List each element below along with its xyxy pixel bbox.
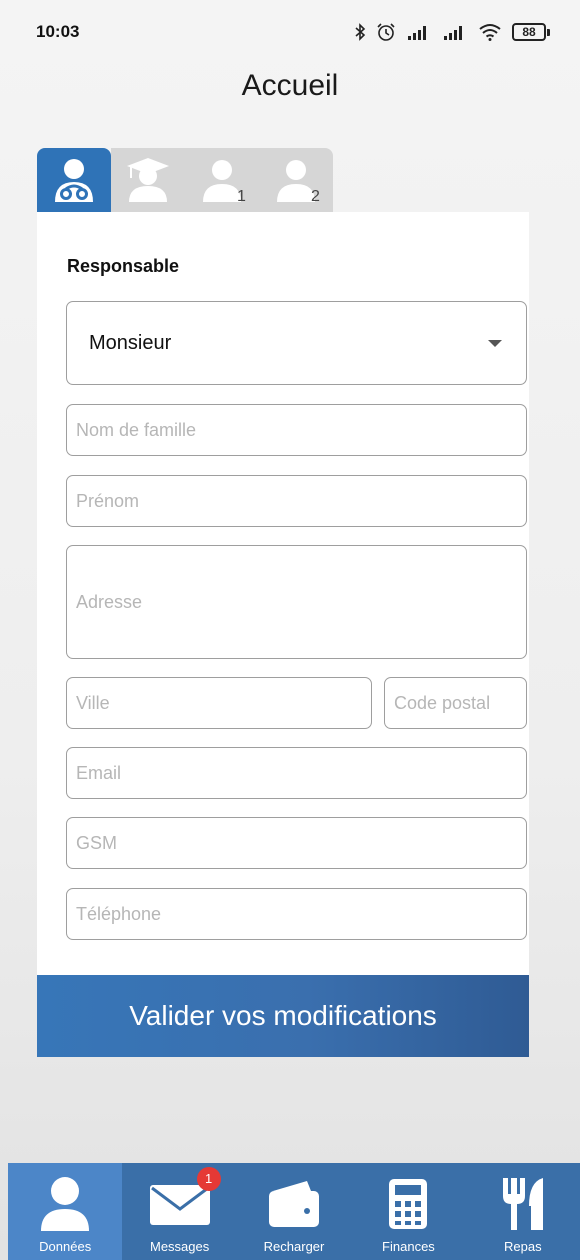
nav-label: Recharger	[263, 1239, 325, 1254]
tab-child-2[interactable]: 2	[259, 148, 333, 212]
nav-item-repas[interactable]: Repas	[466, 1163, 580, 1260]
city-field[interactable]: Ville	[66, 677, 372, 729]
phone-field[interactable]: Téléphone	[66, 888, 527, 940]
nav-label: Données	[39, 1239, 92, 1254]
first-name-placeholder: Prénom	[76, 490, 140, 511]
postal-code-field[interactable]: Code postal	[384, 677, 527, 729]
doctor-icon	[55, 159, 93, 202]
section-title: Responsable	[67, 256, 180, 276]
nav-item-messages[interactable]: 1 Messages	[122, 1163, 236, 1260]
status-time: 10:03	[36, 22, 80, 41]
alarm-icon	[377, 23, 395, 41]
civility-select[interactable]: Monsieur	[66, 301, 527, 385]
bottom-nav: Données 1 Messages Recharger Finances Re…	[8, 1163, 580, 1260]
nav-label: Messages	[149, 1239, 210, 1254]
submit-button[interactable]: Valider vos modifications	[37, 975, 529, 1057]
address-field[interactable]: Adresse	[66, 545, 527, 659]
nav-item-donnees[interactable]: Données	[8, 1163, 123, 1260]
tab-doctor[interactable]	[37, 148, 111, 212]
page-title: Accueil	[241, 69, 339, 102]
wifi-icon	[479, 24, 501, 41]
battery-level: 88	[512, 23, 546, 41]
phone-placeholder: Téléphone	[76, 903, 162, 924]
city-placeholder: Ville	[76, 692, 110, 713]
signal-icon	[408, 26, 426, 40]
nav-item-finances[interactable]: Finances	[351, 1163, 465, 1260]
profile-tabs: 1 2	[37, 148, 333, 212]
tab-graduate[interactable]	[111, 148, 185, 212]
email-placeholder: Email	[76, 762, 122, 783]
tab-number: 2	[311, 188, 320, 205]
tab-number: 1	[237, 188, 246, 205]
fork-knife-icon	[502, 1178, 543, 1230]
mobile-placeholder: GSM	[76, 832, 118, 853]
status-bar: 10:03 88	[0, 0, 580, 64]
status-icons: 88	[354, 22, 550, 42]
wallet-icon	[269, 1181, 320, 1227]
nav-label: Repas	[504, 1239, 542, 1254]
chevron-down-icon	[488, 340, 502, 347]
last-name-placeholder: Nom de famille	[76, 419, 197, 440]
signal-icon	[444, 26, 462, 40]
form-card: Responsable Monsieur Nom de famille Prén…	[37, 212, 529, 975]
civility-value: Monsieur	[89, 331, 172, 354]
email-field[interactable]: Email	[66, 747, 527, 799]
calculator-icon	[389, 1179, 428, 1229]
address-placeholder: Adresse	[76, 591, 143, 612]
nav-label: Finances	[382, 1239, 435, 1254]
bluetooth-icon	[355, 23, 366, 41]
postal-code-placeholder: Code postal	[394, 692, 491, 713]
tab-child-1[interactable]: 1	[185, 148, 259, 212]
first-name-field[interactable]: Prénom	[66, 475, 527, 527]
nav-item-recharger[interactable]: Recharger	[237, 1163, 351, 1260]
mobile-field[interactable]: GSM	[66, 817, 527, 869]
user-icon	[41, 1177, 90, 1231]
battery-indicator: 88	[512, 23, 550, 41]
last-name-field[interactable]: Nom de famille	[66, 404, 527, 456]
notification-badge: 1	[196, 1167, 221, 1191]
graduate-icon	[127, 158, 169, 202]
